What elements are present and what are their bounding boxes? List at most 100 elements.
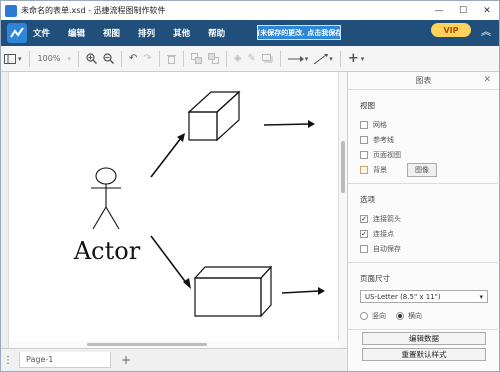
menu-file[interactable]: 文件: [33, 27, 50, 39]
waypoints-icon[interactable]: ▾: [311, 49, 336, 69]
arrow-from-box[interactable]: [281, 287, 325, 295]
autosave-checkbox[interactable]: [360, 244, 368, 253]
menu-other[interactable]: 其他: [173, 27, 190, 39]
page-view-option[interactable]: 页面视图: [360, 147, 499, 162]
page-size-value: US-Letter (8.5" x 11"): [365, 292, 441, 301]
autosave-label: 自动保存: [373, 244, 401, 253]
page-tab-label: Page-1: [26, 355, 54, 364]
window-controls: — ☐ ✕: [427, 1, 499, 20]
menu-help[interactable]: 帮助: [208, 27, 225, 39]
panel-header: 图表 ✕: [348, 72, 499, 90]
background-checkbox[interactable]: [360, 165, 368, 174]
format-panel: 图表 ✕ 视图 网格 参考线 页面视图 背景 图像 选项 ✓ 连接箭头 ✓ 连接…: [347, 72, 500, 371]
to-front-icon[interactable]: [188, 49, 205, 69]
fill-color-icon[interactable]: ◈: [231, 49, 245, 69]
panel-divider: [348, 329, 500, 330]
menu-bar: 文件 编辑 视图 排列 其他 帮助: [1, 20, 499, 46]
zoom-level[interactable]: 100%: [34, 54, 65, 63]
window-title: 未命名的表单.xsd - 迅捷流程图制作软件: [21, 6, 166, 15]
image-button[interactable]: 图像: [407, 162, 437, 177]
orientation-options: 竖向 横向: [360, 308, 499, 323]
connection-points-label: 连接点: [373, 229, 394, 238]
page-size-select[interactable]: US-Letter (8.5" x 11") ▾: [360, 290, 488, 303]
toolbar-divider: [279, 50, 281, 67]
panel-close-icon[interactable]: ✕: [483, 75, 491, 85]
toolbar-divider: [158, 50, 160, 67]
horizontal-scroll-thumb[interactable]: [87, 343, 207, 346]
autosave-option[interactable]: 自动保存: [360, 241, 499, 256]
grid-checkbox[interactable]: [360, 120, 368, 129]
menu-arrange[interactable]: 排列: [138, 27, 155, 39]
portrait-label: 竖向: [372, 311, 386, 320]
zoom-in-icon[interactable]: [83, 49, 100, 69]
page-size-section-title: 页面尺寸: [360, 274, 390, 283]
close-button[interactable]: ✕: [475, 1, 499, 20]
connection-arrows-label: 连接箭头: [373, 214, 401, 223]
app-icon: [5, 4, 17, 17]
page-view-icon[interactable]: ▾: [1, 49, 25, 69]
portrait-radio[interactable]: [360, 311, 368, 320]
toolbar-divider: [182, 50, 184, 67]
collapse-toolbar-icon[interactable]: ︽: [479, 23, 493, 38]
zoom-dropdown-icon[interactable]: ▾: [64, 49, 74, 69]
page-size-section: 页面尺寸 US-Letter (8.5" x 11") ▾ 竖向 横向: [348, 263, 499, 323]
diagram-drawing: Actor: [73, 90, 325, 318]
background-label: 背景: [373, 165, 387, 174]
landscape-label: 横向: [408, 311, 422, 320]
page-tab[interactable]: Page-1: [19, 352, 111, 368]
view-section-title: 视图: [360, 101, 375, 110]
vip-badge[interactable]: VIP: [431, 23, 471, 37]
edit-data-button[interactable]: 编辑数据: [362, 332, 486, 345]
reset-style-button[interactable]: 重置默认样式: [362, 348, 486, 361]
guides-checkbox[interactable]: [360, 135, 368, 144]
redo-icon[interactable]: ↷: [140, 49, 154, 69]
options-section-title: 选项: [360, 195, 375, 204]
left-collapse-bar[interactable]: [1, 72, 9, 348]
title-bar: 未命名的表单.xsd - 迅捷流程图制作软件 — ☐ ✕: [1, 1, 499, 20]
toolbar-divider: [120, 50, 122, 67]
actor-shape[interactable]: [91, 167, 121, 230]
line-color-icon[interactable]: ✎: [244, 49, 258, 69]
menu-edit[interactable]: 编辑: [68, 27, 85, 39]
toolbar: ▾ 100% ▾ ↶ ↷ ◈ ✎ ▾ ▾ + ▾: [1, 46, 499, 72]
connection-points-checkbox[interactable]: ✓: [360, 229, 368, 238]
undo-icon[interactable]: ↶: [126, 49, 140, 69]
delete-icon[interactable]: [164, 49, 179, 69]
arrow-from-cube[interactable]: [263, 120, 315, 128]
page-view-label: 页面视图: [373, 150, 401, 159]
grid-option[interactable]: 网格: [360, 117, 499, 132]
options-section: 选项 ✓ 连接箭头 ✓ 连接点 自动保存: [348, 184, 499, 256]
connection-arrows-checkbox[interactable]: ✓: [360, 214, 368, 223]
cube-shape[interactable]: [187, 90, 241, 142]
connection-icon[interactable]: ▾: [285, 49, 312, 69]
diagram-canvas[interactable]: Actor: [9, 72, 339, 348]
vertical-scrollbar[interactable]: [339, 72, 347, 348]
guides-label: 参考线: [373, 135, 394, 144]
vertical-scroll-thumb[interactable]: [341, 141, 345, 193]
arrow-to-box[interactable]: [150, 235, 191, 289]
grid-label: 网格: [373, 120, 387, 129]
to-back-icon[interactable]: [205, 49, 222, 69]
page-menu-icon[interactable]: ⋮: [1, 355, 15, 366]
box-shape[interactable]: [193, 265, 273, 318]
page-view-checkbox[interactable]: [360, 150, 368, 159]
menu-view[interactable]: 视图: [103, 27, 120, 39]
toolbar-divider: [28, 50, 30, 67]
add-page-icon[interactable]: +: [119, 353, 133, 367]
connection-points-option[interactable]: ✓ 连接点: [360, 226, 499, 241]
background-option[interactable]: 背景 图像: [360, 162, 499, 177]
toolbar-divider: [77, 50, 79, 67]
landscape-radio[interactable]: [396, 311, 404, 320]
insert-icon[interactable]: + ▾: [345, 49, 367, 69]
toolbar-divider: [225, 50, 227, 67]
minimize-button[interactable]: —: [427, 1, 451, 20]
shadow-icon[interactable]: [259, 49, 276, 69]
maximize-button[interactable]: ☐: [451, 1, 475, 20]
arrow-to-cube[interactable]: [150, 133, 185, 178]
app-logo-icon: [7, 23, 27, 43]
connection-arrows-option[interactable]: ✓ 连接箭头: [360, 211, 499, 226]
unsaved-changes-button[interactable]: 有未保存的更改. 点击我保存.: [257, 25, 341, 40]
guides-option[interactable]: 参考线: [360, 132, 499, 147]
toolbar-divider: [339, 50, 341, 67]
zoom-out-icon[interactable]: [100, 49, 117, 69]
